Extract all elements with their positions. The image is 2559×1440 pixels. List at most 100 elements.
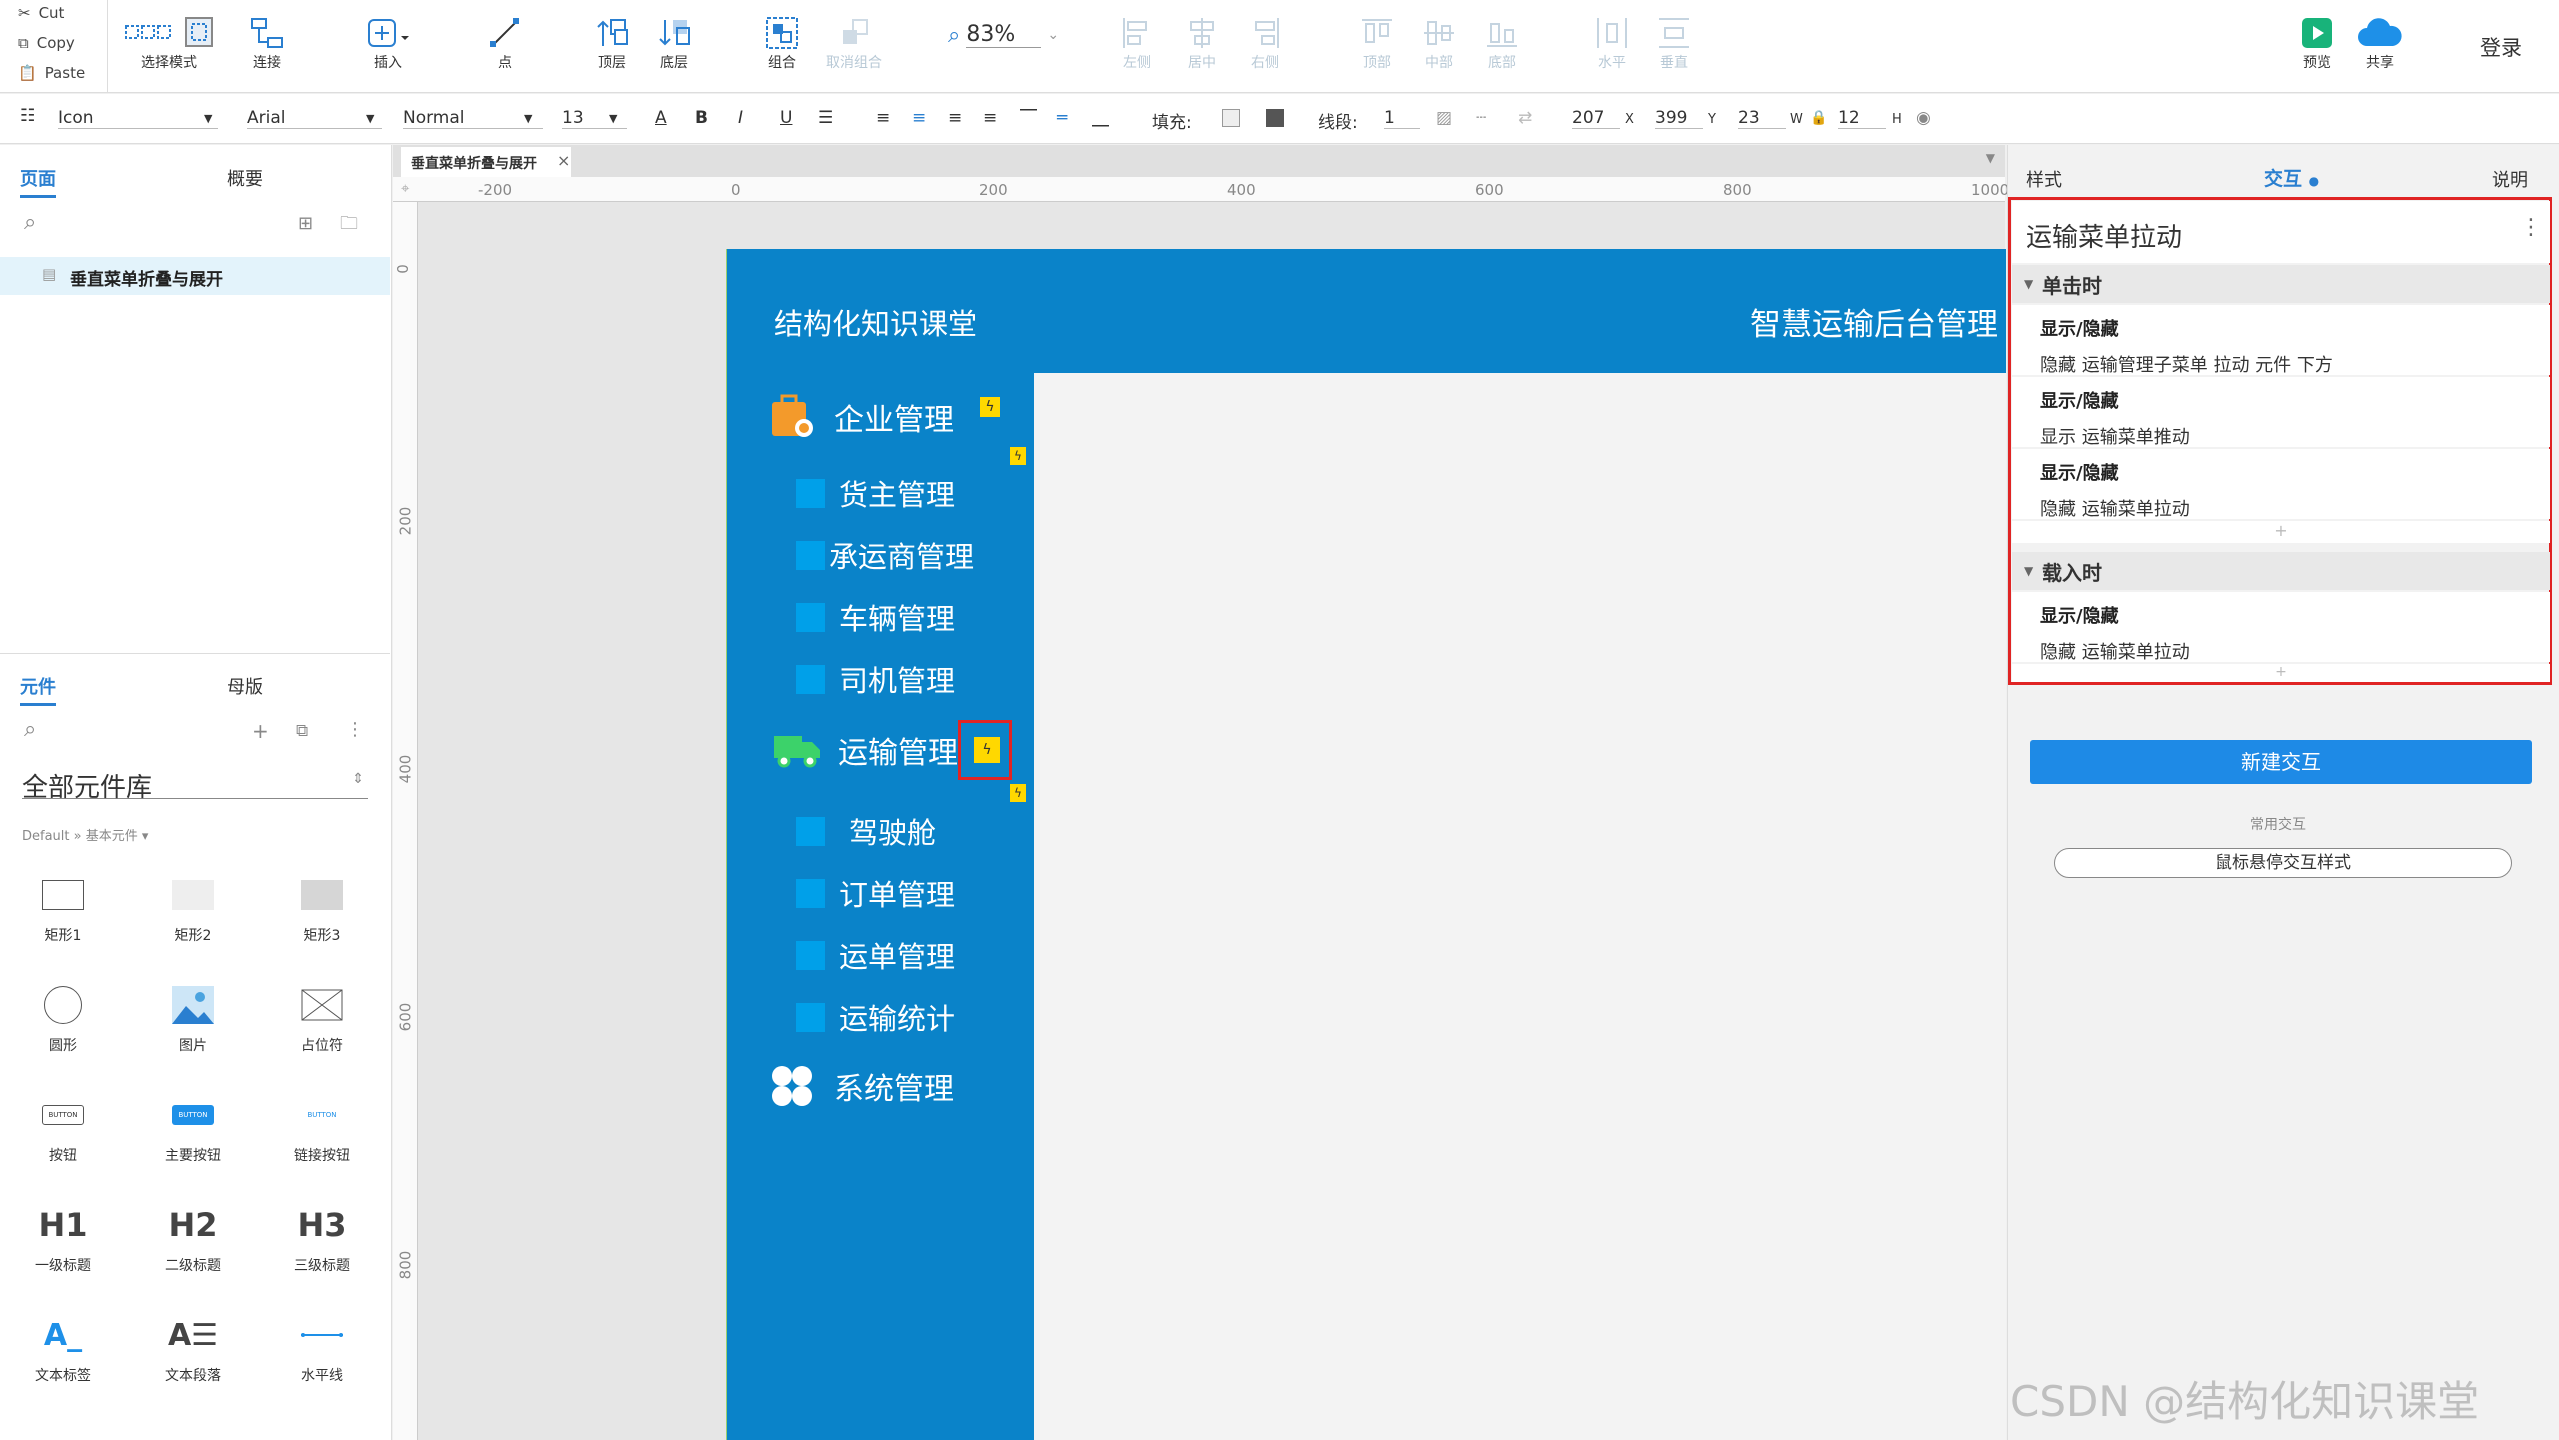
event-on-click[interactable]: ▼ 单击时 bbox=[2012, 265, 2550, 303]
ungroup-button[interactable]: 取消组合 bbox=[826, 14, 882, 72]
x-input[interactable]: 207 bbox=[1572, 108, 1620, 129]
action-item[interactable]: 显示/隐藏 隐藏 运输管理子菜单 拉动 元件 下方 bbox=[2012, 305, 2550, 376]
zoom-control[interactable]: ⌕ 83% ⌄ bbox=[948, 22, 1059, 48]
new-interaction-button[interactable]: 新建交互 bbox=[2030, 740, 2532, 784]
library-icon[interactable]: ⧉ bbox=[296, 721, 308, 741]
send-to-bottom-button[interactable]: 底层 bbox=[657, 14, 691, 72]
widget-rect2[interactable]: 矩形2 bbox=[148, 865, 238, 945]
align-left-button[interactable]: 左侧 bbox=[1120, 14, 1154, 72]
tab-notes[interactable]: 说明 bbox=[2492, 166, 2528, 192]
chevron-down-icon[interactable]: ▼ bbox=[1986, 151, 1995, 165]
fill-color-swatch[interactable] bbox=[1222, 109, 1240, 127]
insert-button[interactable]: 插入 bbox=[365, 14, 411, 72]
action-item[interactable]: 显示/隐藏 隐藏 运输菜单拉动 bbox=[2012, 592, 2550, 663]
bold-icon[interactable]: B bbox=[695, 108, 708, 128]
menu-transport[interactable]: 运输管理 bbox=[772, 728, 958, 772]
more-vertical-icon[interactable]: ⋮ bbox=[346, 719, 364, 740]
close-icon[interactable]: × bbox=[557, 151, 570, 170]
font-family-select[interactable]: Arial bbox=[247, 108, 382, 129]
group-button[interactable]: 组合 bbox=[765, 14, 799, 72]
menu-item-shipper[interactable]: 货主管理 bbox=[796, 472, 955, 514]
interaction-marker-icon[interactable]: ϟ bbox=[1010, 784, 1026, 802]
menu-item-cockpit[interactable]: 驾驶舱 bbox=[796, 810, 936, 852]
menu-item-carrier[interactable]: 承运商管理 bbox=[796, 534, 974, 576]
widget-primary-button[interactable]: BUTTON 主要按钮 bbox=[148, 1085, 238, 1165]
line-style-icon[interactable]: ┄ bbox=[1476, 108, 1486, 128]
widget-rect3[interactable]: 矩形3 bbox=[277, 865, 367, 945]
widget-h2[interactable]: H2 二级标题 bbox=[148, 1195, 238, 1275]
widget-circle[interactable]: 圆形 bbox=[18, 975, 108, 1055]
widget-h3[interactable]: H3 三级标题 bbox=[277, 1195, 367, 1275]
add-action-button[interactable]: + bbox=[2012, 521, 2550, 543]
add-page-icon[interactable]: ⊞ bbox=[298, 213, 313, 234]
tab-style[interactable]: 样式 bbox=[2026, 166, 2062, 192]
folder-icon[interactable]: 🗀 bbox=[340, 211, 358, 241]
add-action-button[interactable]: + bbox=[2012, 664, 2550, 682]
add-library-icon[interactable]: + bbox=[252, 719, 269, 743]
font-color-icon[interactable]: A bbox=[655, 108, 667, 128]
italic-icon[interactable]: I bbox=[738, 108, 743, 128]
widget-image[interactable]: 图片 bbox=[148, 975, 238, 1055]
menu-system[interactable]: 系统管理 bbox=[770, 1064, 954, 1108]
tab-masters[interactable]: 母版 bbox=[227, 673, 263, 699]
widget-hline[interactable]: 水平线 bbox=[277, 1305, 367, 1385]
lock-icon[interactable]: 🔒 bbox=[1810, 110, 1827, 126]
line-width-input[interactable]: 1 bbox=[1384, 108, 1420, 129]
preview-button[interactable]: 预览 bbox=[2300, 14, 2334, 72]
login-link[interactable]: 登录 bbox=[2480, 32, 2522, 62]
widget-link-button[interactable]: BUTTON 链接按钮 bbox=[277, 1085, 367, 1165]
action-item[interactable]: 显示/隐藏 隐藏 运输菜单拉动 bbox=[2012, 449, 2550, 520]
align-middle-button[interactable]: 中部 bbox=[1422, 14, 1456, 72]
align-text-center-icon[interactable]: ≡ bbox=[912, 108, 926, 128]
bring-to-top-button[interactable]: 顶层 bbox=[595, 14, 629, 72]
align-bottom-button[interactable]: 底部 bbox=[1485, 14, 1519, 72]
design-header[interactable]: 结构化知识课堂 智慧运输后台管理 bbox=[726, 249, 2006, 373]
bullet-list-icon[interactable]: ☰ bbox=[818, 108, 833, 128]
valign-bottom-icon[interactable]: ⎽ bbox=[1092, 108, 1109, 128]
widget-button[interactable]: BUTTON 按钮 bbox=[18, 1085, 108, 1165]
align-center-button[interactable]: 居中 bbox=[1185, 14, 1219, 72]
align-text-justify-icon[interactable]: ≡ bbox=[983, 108, 997, 128]
tab-pages[interactable]: 页面 bbox=[20, 165, 56, 198]
connect-button[interactable]: 连接 bbox=[250, 14, 284, 72]
share-button[interactable]: 共享 bbox=[2355, 14, 2405, 72]
eye-icon[interactable]: ◉ bbox=[1916, 108, 1931, 128]
copy-button[interactable]: ⧉ Copy bbox=[18, 34, 75, 52]
paste-button[interactable]: 📋 Paste bbox=[18, 64, 85, 82]
line-color-icon[interactable]: ▨ bbox=[1436, 108, 1452, 128]
widget-rect1[interactable]: 矩形1 bbox=[18, 865, 108, 945]
event-on-load[interactable]: ▼ 载入时 bbox=[2012, 552, 2550, 590]
align-text-left-icon[interactable]: ≡ bbox=[876, 108, 890, 128]
font-weight-select[interactable]: Normal bbox=[403, 108, 543, 129]
widget-name[interactable]: 运输菜单拉动 bbox=[2026, 217, 2182, 254]
valign-top-icon[interactable]: ⎺ bbox=[1020, 108, 1037, 128]
select-mode-button[interactable]: 选择模式 bbox=[124, 14, 214, 72]
distribute-horizontal-button[interactable]: 水平 bbox=[1595, 14, 1629, 72]
height-input[interactable]: 12 bbox=[1838, 108, 1886, 129]
widget-h1[interactable]: H1 一级标题 bbox=[18, 1195, 108, 1275]
library-select[interactable]: 全部元件库 ⇕ bbox=[22, 767, 368, 803]
y-input[interactable]: 399 bbox=[1655, 108, 1703, 129]
search-icon[interactable]: ⌕ bbox=[24, 717, 36, 742]
point-button[interactable]: 点 bbox=[488, 14, 522, 72]
valign-middle-icon[interactable]: ═ bbox=[1057, 108, 1067, 128]
distribute-vertical-button[interactable]: 垂直 bbox=[1657, 14, 1691, 72]
page-item[interactable]: ▤ 垂直菜单折叠与展开 bbox=[0, 257, 390, 295]
interaction-marker-icon[interactable]: ϟ bbox=[974, 737, 1000, 763]
width-input[interactable]: 23 bbox=[1738, 108, 1786, 129]
widget-text-label[interactable]: A_ 文本标签 bbox=[18, 1305, 108, 1385]
menu-item-orders[interactable]: 订单管理 bbox=[796, 872, 955, 914]
tab-widgets[interactable]: 元件 bbox=[20, 673, 56, 706]
widget-placeholder[interactable]: 占位符 bbox=[277, 975, 367, 1055]
tab-outline[interactable]: 概要 bbox=[227, 165, 263, 191]
align-top-button[interactable]: 顶部 bbox=[1360, 14, 1394, 72]
underline-icon[interactable]: U bbox=[780, 108, 792, 128]
menu-item-statistics[interactable]: 运输统计 bbox=[796, 996, 955, 1038]
menu-item-driver[interactable]: 司机管理 bbox=[796, 658, 955, 700]
style-select[interactable]: Icon bbox=[58, 108, 218, 129]
hover-style-button[interactable]: 鼠标悬停交互样式 bbox=[2054, 848, 2512, 878]
widget-paragraph[interactable]: A☰ 文本段落 bbox=[148, 1305, 238, 1385]
align-right-button[interactable]: 右侧 bbox=[1248, 14, 1282, 72]
menu-item-vehicle[interactable]: 车辆管理 bbox=[796, 596, 955, 638]
align-text-right-icon[interactable]: ≡ bbox=[948, 108, 962, 128]
